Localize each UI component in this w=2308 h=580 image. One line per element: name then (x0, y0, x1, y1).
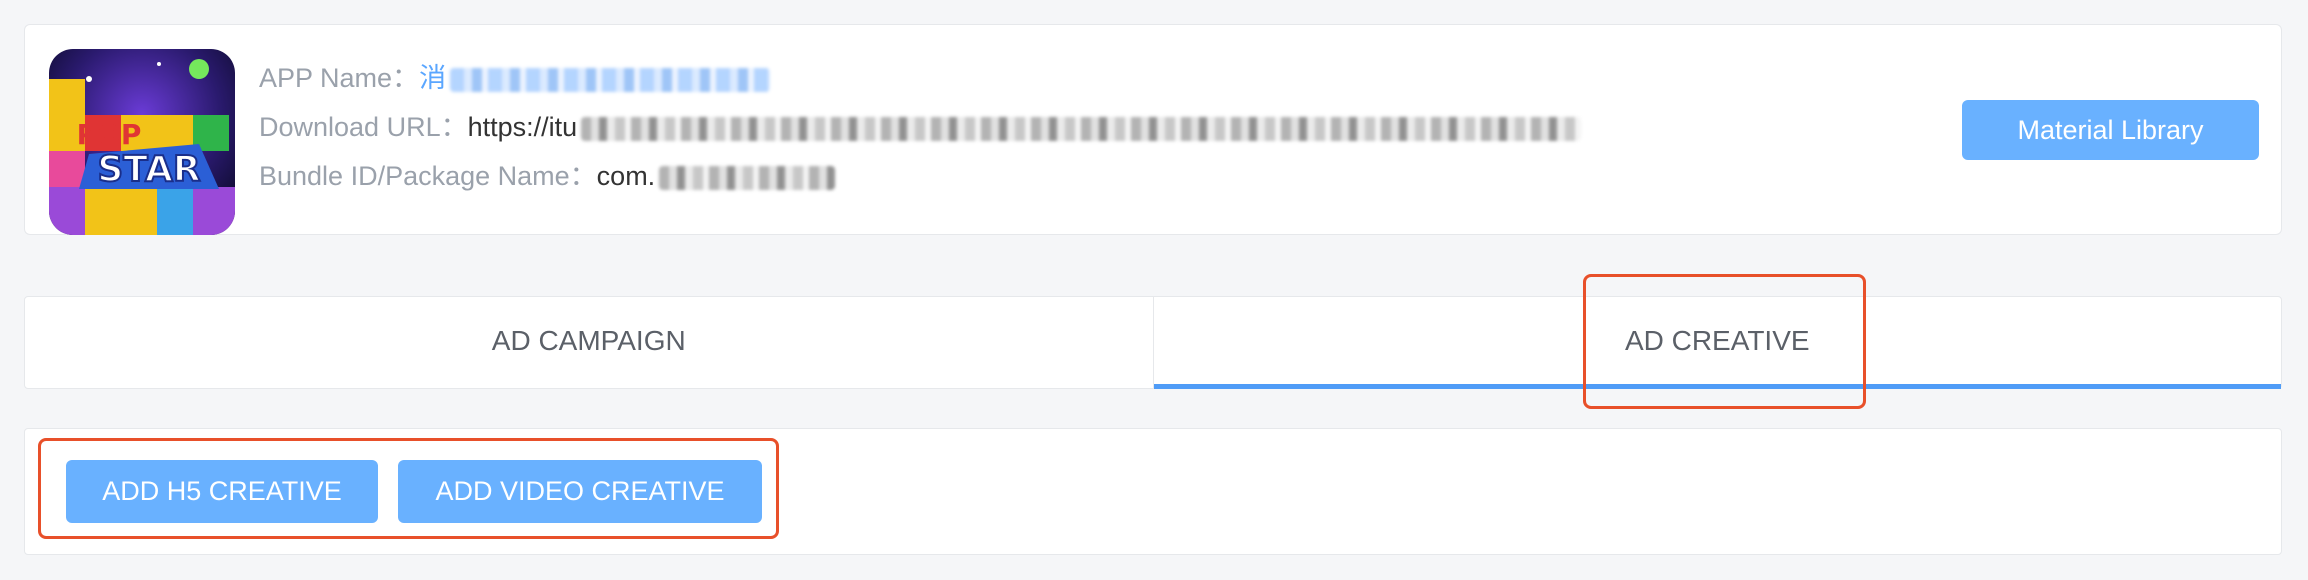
bundle-id-redacted (659, 165, 836, 190)
download-url-label: Download URL： (259, 112, 468, 142)
bundle-id-row: Bundle ID/Package Name：com. (259, 158, 836, 194)
bundle-id-value: com. (596, 161, 656, 191)
svg-text:POP: POP (77, 118, 142, 151)
tab-bar: AD CAMPAIGN AD CREATIVE (24, 296, 2282, 389)
pop-star-app-icon: STAR POP (49, 49, 235, 235)
tab-ad-campaign[interactable]: AD CAMPAIGN (25, 297, 1153, 388)
app-name-redacted (450, 67, 771, 92)
add-h5-creative-button[interactable]: ADD H5 CREATIVE (66, 460, 378, 523)
download-url-row: Download URL：https://itu (259, 109, 1582, 145)
app-name-row: APP Name：消 (259, 60, 771, 96)
bundle-id-label: Bundle ID/Package Name： (259, 161, 597, 191)
material-library-button[interactable]: Material Library (1962, 100, 2259, 160)
download-url-value[interactable]: https://itu (468, 112, 578, 142)
page: STAR POP APP Name：消 Download URL：https:/… (0, 0, 2308, 580)
tab-ad-creative[interactable]: AD CREATIVE (1152, 297, 2282, 389)
download-url-redacted (581, 116, 1582, 141)
app-info-card: STAR POP APP Name：消 Download URL：https:/… (24, 24, 2282, 235)
add-video-creative-button[interactable]: ADD VIDEO CREATIVE (398, 460, 762, 523)
app-name-label: APP Name： (259, 63, 420, 93)
icon-star-text: STAR (97, 149, 200, 190)
app-name-value[interactable]: 消 (419, 63, 446, 93)
